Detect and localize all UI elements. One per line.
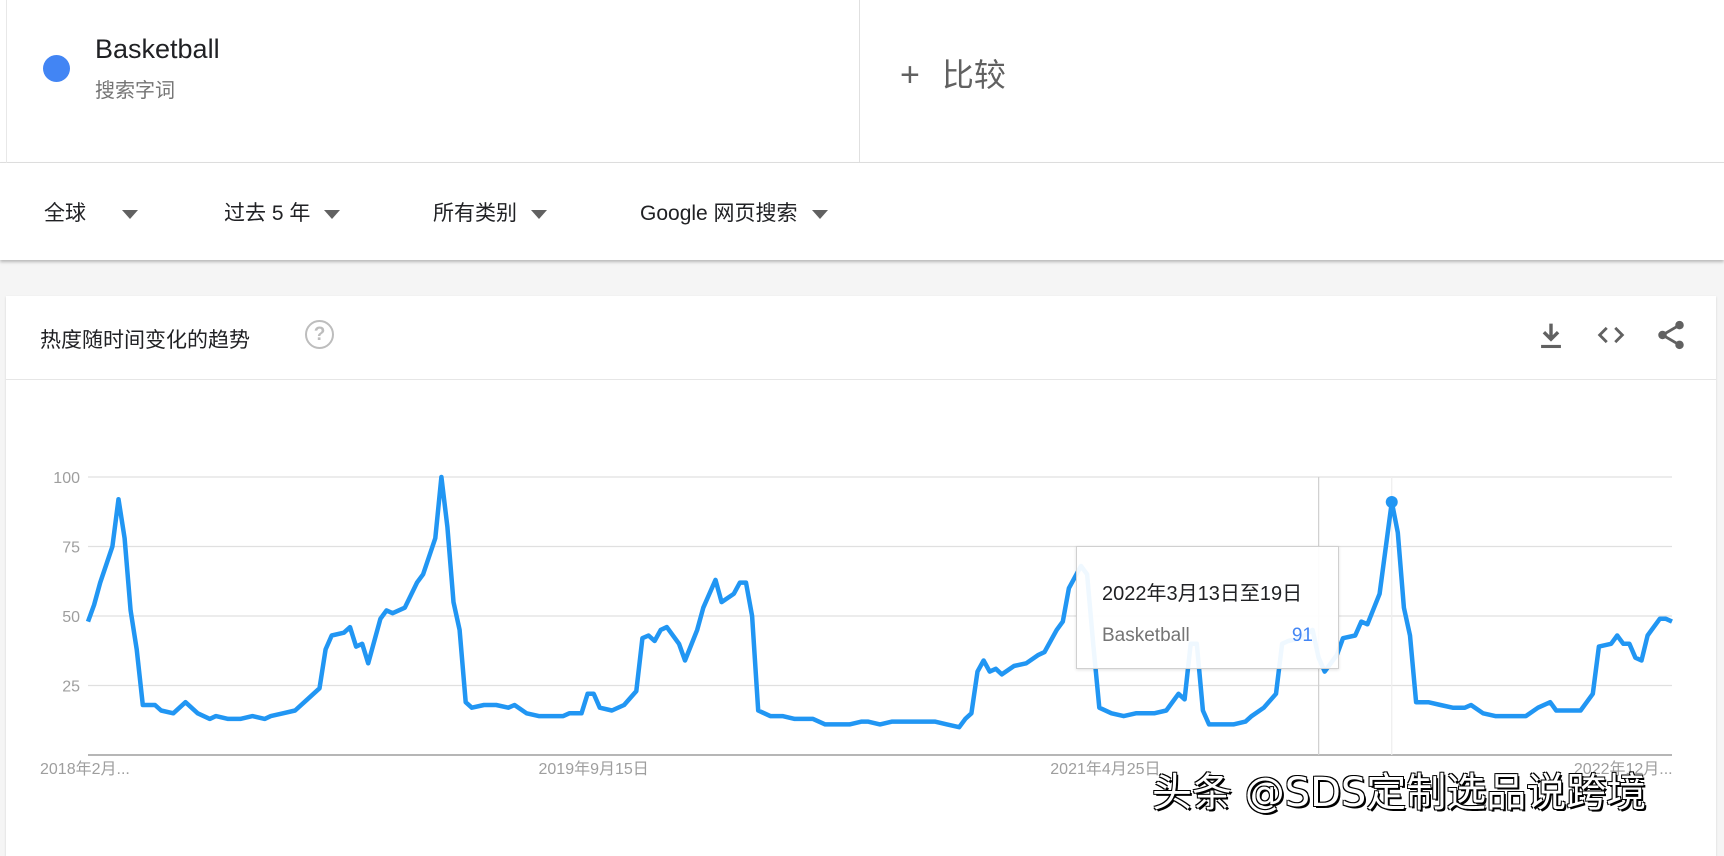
series-line-basketball bbox=[85, 474, 1673, 730]
highlight-point bbox=[1385, 496, 1398, 509]
y-tick-label: 75 bbox=[62, 540, 80, 557]
tooltip-series: Basketball bbox=[1102, 625, 1190, 646]
x-tick-label: 2018年2月... bbox=[40, 760, 130, 778]
trend-chart[interactable]: 100 75 50 25 2018年2月... 2019年9月15日 2021年4月25日 2… bbox=[0, 0, 1724, 833]
y-tick-label: 100 bbox=[53, 470, 80, 487]
tooltip-value: 91 bbox=[1291, 625, 1313, 646]
x-tick-label: 2019年9月15日 bbox=[539, 760, 649, 778]
y-tick-label: 50 bbox=[62, 609, 80, 626]
tooltip-date: 2022年3月13日至19日 bbox=[1102, 583, 1303, 605]
y-tick-label: 25 bbox=[62, 679, 80, 696]
x-tick-label: 2021年4月25日 bbox=[1050, 760, 1160, 778]
chart-tooltip: 2022年3月13日至19日 Basketball 91 bbox=[1076, 546, 1339, 669]
watermark: 头条 @SDS定制选品说跨境 bbox=[1152, 770, 1647, 816]
